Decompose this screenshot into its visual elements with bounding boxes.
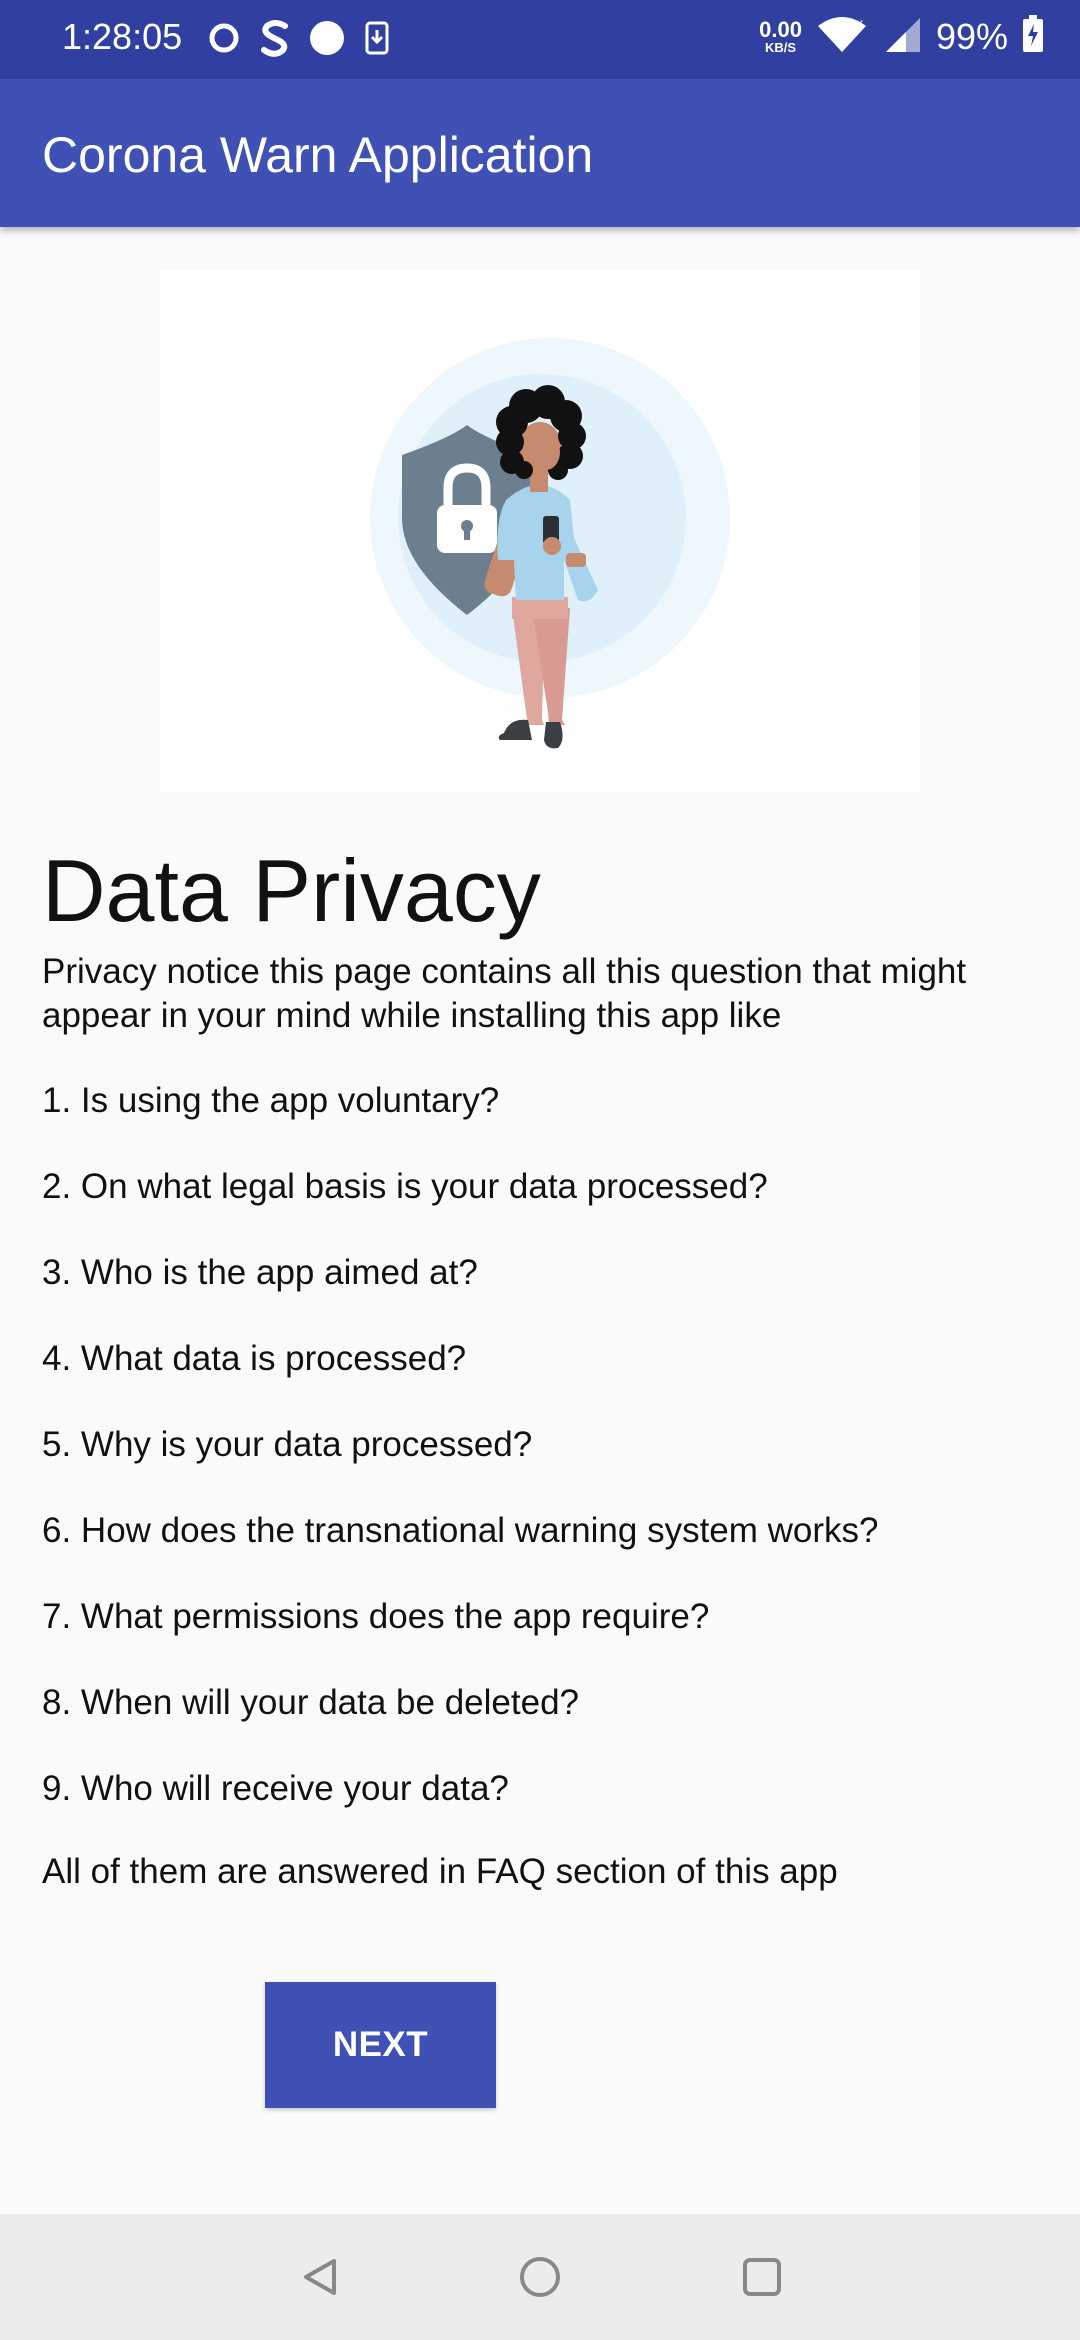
download-icon	[364, 20, 390, 61]
app-bar: Corona Warn Application	[0, 79, 1080, 227]
question-item: 1. Is using the app voluntary?	[42, 1081, 500, 1120]
network-speed-unit: KB/S	[764, 40, 797, 55]
svg-text:x: x	[856, 15, 863, 31]
question-item: 7. What permissions does the app require…	[42, 1597, 710, 1636]
circle-notification-icon	[308, 19, 346, 62]
privacy-illustration	[160, 270, 920, 792]
status-right-cluster: 0.00 KB/S x 99%	[759, 14, 1044, 59]
faq-note: All of them are answered in FAQ section …	[42, 1852, 838, 1891]
status-time: 1:28:05	[62, 16, 183, 57]
s-app-icon	[260, 18, 290, 63]
battery-charging-icon	[1022, 15, 1044, 58]
back-icon[interactable]	[292, 2249, 348, 2305]
notification-icons	[206, 18, 390, 63]
cell-signal-icon	[882, 14, 922, 59]
question-item: 3. Who is the app aimed at?	[42, 1253, 478, 1292]
network-speed: 0.00 KB/S	[759, 17, 802, 55]
question-item: 2. On what legal basis is your data proc…	[42, 1167, 768, 1206]
question-item: 5. Why is your data processed?	[42, 1425, 533, 1464]
question-item: 4. What data is processed?	[42, 1339, 467, 1378]
question-item: 6. How does the transnational warning sy…	[42, 1511, 879, 1550]
network-speed-value: 0.00	[759, 17, 802, 42]
battery-percent: 99%	[935, 15, 1008, 57]
next-button[interactable]: NEXT	[265, 1982, 496, 2108]
home-icon[interactable]	[512, 2249, 568, 2305]
wifi-icon: x	[816, 14, 868, 59]
question-item: 8. When will your data be deleted?	[42, 1683, 579, 1722]
status-bar: 1:28:05 0.00 KB/S x 99%	[0, 0, 1080, 79]
page-title: Data Privacy	[42, 841, 541, 940]
question-list: 1. Is using the app voluntary? 2. On wha…	[42, 1075, 879, 1849]
question-item: 9. Who will receive your data?	[42, 1769, 509, 1808]
intro-text: Privacy notice this page contains all th…	[42, 952, 967, 1035]
navigation-bar	[0, 2214, 1080, 2340]
recents-icon[interactable]	[734, 2249, 790, 2305]
app-title: Corona Warn Application	[42, 127, 594, 183]
sync-icon	[206, 20, 242, 61]
